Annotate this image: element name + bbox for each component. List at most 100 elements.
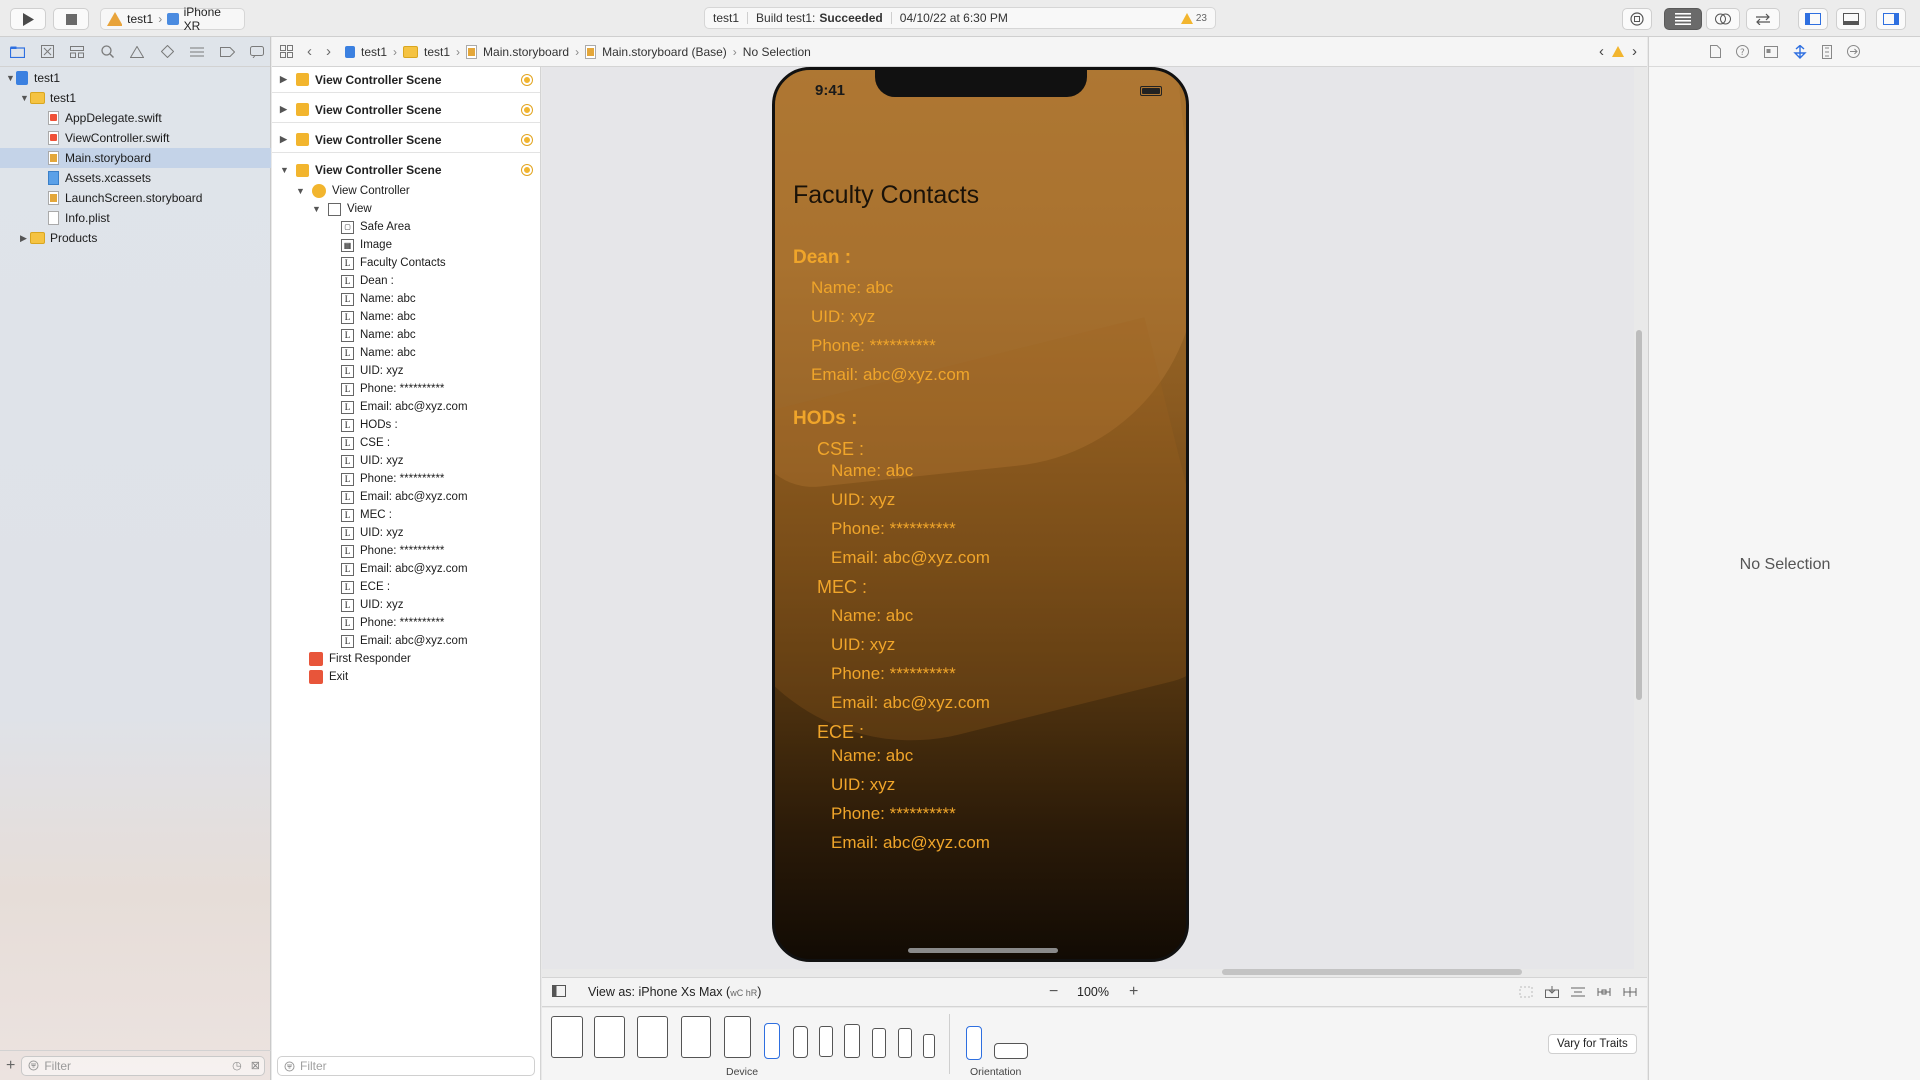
cse-email-label[interactable]: Email: abc@xyz.com xyxy=(831,548,990,568)
recent-files-icon[interactable]: ◷ xyxy=(232,1059,242,1072)
mec-name-label[interactable]: Name: abc xyxy=(831,606,913,626)
symbol-nav-icon[interactable] xyxy=(68,44,86,60)
ece-phone-label[interactable]: Phone: ********** xyxy=(831,804,956,824)
mec-email-label[interactable]: Email: abc@xyz.com xyxy=(831,693,990,713)
device-ipad-pro-10-5[interactable] xyxy=(637,1016,668,1058)
folder-nav-icon[interactable] xyxy=(8,44,26,60)
disclosure-closed-icon[interactable]: ▶ xyxy=(280,104,290,115)
device-iphone-se[interactable] xyxy=(872,1028,886,1058)
outline-safe-area[interactable]: ▢ Safe Area xyxy=(341,218,411,236)
previous-issue-icon[interactable]: ‹ xyxy=(1599,43,1604,60)
scene-row[interactable]: ▼ View Controller Scene xyxy=(272,157,540,183)
tree-item-file[interactable]: ViewController.swift xyxy=(48,128,169,148)
outline-label-row[interactable]: L Email: abc@xyz.com xyxy=(341,560,468,578)
vary-for-traits-button[interactable]: Vary for Traits xyxy=(1548,1034,1637,1054)
outline-label-row[interactable]: L UID: xyz xyxy=(341,524,403,542)
add-icon[interactable]: + xyxy=(6,1057,15,1075)
device-ipad-9-7[interactable] xyxy=(681,1016,711,1058)
tree-item-project[interactable]: ▼ test1 xyxy=(6,68,60,88)
outline-label-row[interactable]: L Name: abc xyxy=(341,308,416,326)
device-iphone-xs[interactable] xyxy=(793,1026,808,1058)
scene-row[interactable]: ▶ View Controller Scene xyxy=(272,97,540,123)
embed-in-stack-icon[interactable] xyxy=(1545,986,1559,998)
breadcrumb-selection[interactable]: No Selection xyxy=(743,45,811,59)
toggle-navigator-button[interactable] xyxy=(1798,8,1828,30)
outline-label-row[interactable]: L Name: abc xyxy=(341,290,416,308)
debug-nav-icon[interactable] xyxy=(188,44,206,60)
outline-image[interactable]: ▦ Image xyxy=(341,236,392,254)
outline-exit[interactable]: Exit xyxy=(309,668,348,686)
align-icon[interactable] xyxy=(1571,986,1585,998)
device-iphone-xs-max[interactable] xyxy=(764,1023,780,1059)
cse-heading-label[interactable]: CSE : xyxy=(817,439,864,460)
mec-phone-label[interactable]: Phone: ********** xyxy=(831,664,956,684)
iphone-preview[interactable]: 9:41 Faculty Contacts Dean : Name: abc U… xyxy=(772,67,1189,962)
tree-item-file[interactable]: LaunchScreen.storyboard xyxy=(48,188,202,208)
outline-label-row[interactable]: L CSE : xyxy=(341,434,390,452)
device-iphone-4s[interactable] xyxy=(898,1028,912,1058)
tree-item-file[interactable]: Info.plist xyxy=(48,208,110,228)
toggle-debug-button[interactable] xyxy=(1836,8,1866,30)
identity-inspector-icon[interactable] xyxy=(1763,45,1778,58)
outline-label-row[interactable]: L ECE : xyxy=(341,578,390,596)
dean-name-label[interactable]: Name: abc xyxy=(811,278,893,298)
horizontal-scrollbar[interactable] xyxy=(1222,969,1522,975)
dean-heading-label[interactable]: Dean : xyxy=(793,247,851,269)
outline-label-row[interactable]: L Email: abc@xyz.com xyxy=(341,632,468,650)
forward-icon[interactable]: › xyxy=(326,43,331,60)
outline-label-row[interactable]: L Phone: ********** xyxy=(341,470,444,488)
scheme-selector[interactable]: test1 › iPhone XR xyxy=(100,5,245,33)
update-frames-icon[interactable] xyxy=(1519,986,1533,998)
breadcrumb-base[interactable]: Main.storyboard (Base) xyxy=(585,44,727,59)
outline-label-row[interactable]: L MEC : xyxy=(341,506,392,524)
outline-label-row[interactable]: L HODs : xyxy=(341,416,398,434)
stop-button[interactable] xyxy=(53,8,89,30)
mec-uid-label[interactable]: UID: xyz xyxy=(831,635,895,655)
ece-email-label[interactable]: Email: abc@xyz.com xyxy=(831,833,990,853)
cse-name-label[interactable]: Name: abc xyxy=(831,461,913,481)
device-iphone-8[interactable] xyxy=(844,1024,860,1058)
library-button[interactable] xyxy=(1622,8,1652,30)
dean-email-label[interactable]: Email: abc@xyz.com xyxy=(811,365,970,385)
run-button[interactable] xyxy=(10,8,46,30)
navigator-filter-input[interactable]: Filter ◷ ⊠ xyxy=(21,1055,265,1076)
outline-label-row[interactable]: L Phone: ********** xyxy=(341,614,444,632)
disclosure-closed-icon[interactable]: ▶ xyxy=(280,134,290,145)
version-editor-button[interactable] xyxy=(1746,8,1780,30)
storyboard-canvas[interactable]: 9:41 Faculty Contacts Dean : Name: abc U… xyxy=(542,67,1634,969)
disclosure-open-icon[interactable]: ▼ xyxy=(20,93,30,103)
report-nav-icon[interactable] xyxy=(248,44,266,60)
zoom-in-icon[interactable]: + xyxy=(1129,983,1138,1001)
device-ipad-mini[interactable] xyxy=(724,1016,751,1058)
outline-label-row[interactable]: L Phone: ********** xyxy=(341,542,444,560)
next-issue-icon[interactable]: › xyxy=(1632,43,1637,60)
add-constraints-icon[interactable] xyxy=(1597,986,1611,998)
related-items-icon[interactable] xyxy=(280,45,293,58)
toggle-inspector-button[interactable] xyxy=(1876,8,1906,30)
outline-label-row[interactable]: L Email: abc@xyz.com xyxy=(341,398,468,416)
outline-label-row[interactable]: L Email: abc@xyz.com xyxy=(341,488,468,506)
breakpoint-nav-icon[interactable] xyxy=(218,44,236,60)
ece-uid-label[interactable]: UID: xyz xyxy=(831,775,895,795)
outline-view[interactable]: ▼ View xyxy=(312,200,372,218)
vertical-scrollbar[interactable] xyxy=(1636,330,1642,700)
disclosure-open-icon[interactable]: ▼ xyxy=(296,186,306,196)
device-iphone-small[interactable] xyxy=(923,1034,935,1058)
disclosure-open-icon[interactable]: ▼ xyxy=(312,204,322,214)
search-icon[interactable] xyxy=(98,44,116,60)
device-config-icon[interactable] xyxy=(552,984,566,1000)
warning-indicator[interactable]: 23 xyxy=(1180,12,1207,24)
outline-label-row[interactable]: L Dean : xyxy=(341,272,394,290)
scheme-device[interactable]: iPhone XR xyxy=(184,5,238,33)
orientation-portrait[interactable] xyxy=(966,1026,982,1060)
ece-name-label[interactable]: Name: abc xyxy=(831,746,913,766)
outline-label-row[interactable]: L Faculty Contacts xyxy=(341,254,446,272)
outline-view-controller[interactable]: ▼ View Controller xyxy=(296,182,410,200)
outline-label-row[interactable]: L UID: xyz xyxy=(341,362,403,380)
disclosure-open-icon[interactable]: ▼ xyxy=(280,165,290,175)
scene-row[interactable]: ▶ View Controller Scene xyxy=(272,67,540,93)
tree-item-file[interactable]: Assets.xcassets xyxy=(48,168,151,188)
standard-editor-button[interactable] xyxy=(1664,8,1702,30)
breadcrumb-file[interactable]: Main.storyboard xyxy=(466,44,569,59)
scene-row[interactable]: ▶ View Controller Scene xyxy=(272,127,540,153)
